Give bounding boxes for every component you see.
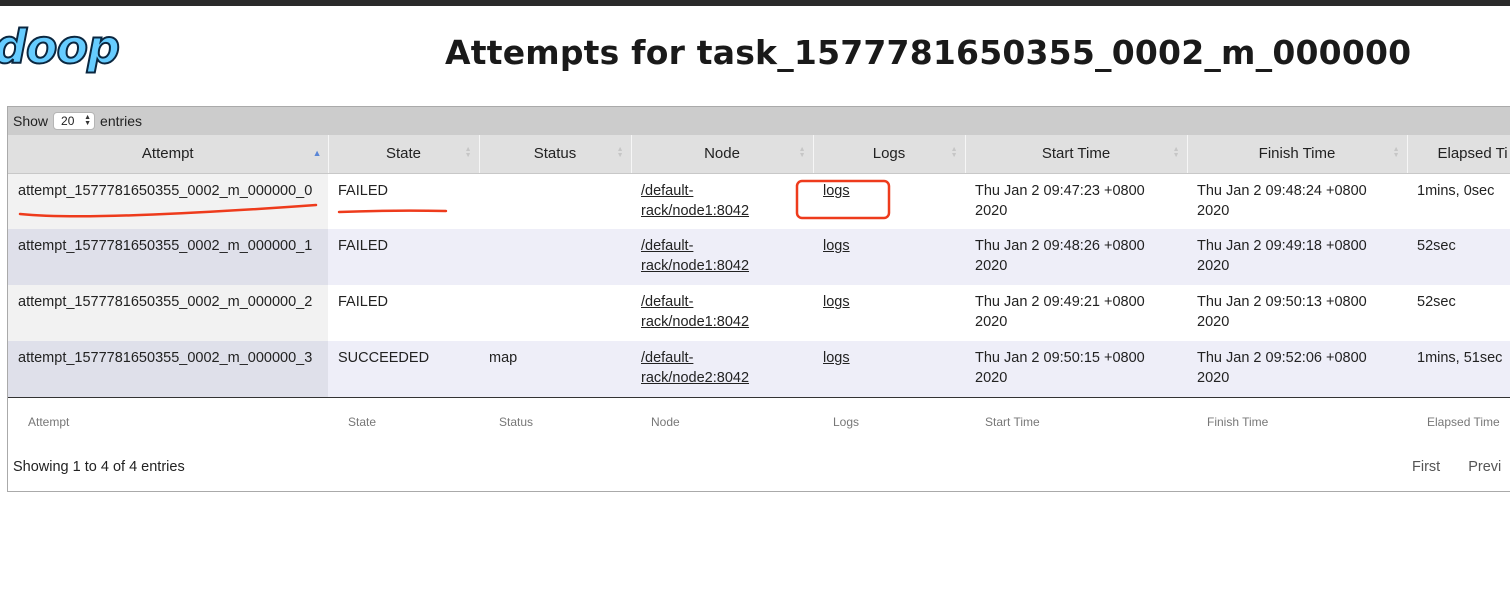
previous-page-button[interactable]: Previ — [1468, 459, 1501, 475]
table-row: attempt_1577781650355_0002_m_000000_2 FA… — [8, 285, 1510, 341]
state-cell: SUCCEEDED — [328, 341, 479, 398]
footer-row: Attempt State Status Node Logs Start Tim… — [8, 397, 1510, 447]
finish-time-cell: Thu Jan 2 09:50:13 +0800 2020 — [1187, 285, 1407, 341]
status-cell — [479, 285, 631, 341]
sort-icon: ▲ ▼ — [464, 146, 472, 159]
node-link[interactable]: /default-rack/node1:8042 — [641, 183, 749, 219]
column-header-elapsed-time[interactable]: Elapsed Ti — [1407, 135, 1510, 174]
page-size-value: 20 — [61, 114, 75, 128]
finish-time-cell: Thu Jan 2 09:49:18 +0800 2020 — [1187, 229, 1407, 285]
footer-column-attempt: Attempt — [28, 415, 70, 430]
start-time-cell: Thu Jan 2 09:50:15 +0800 2020 — [965, 341, 1187, 398]
column-header-attempt[interactable]: Attempt ▲ — [8, 135, 329, 174]
footer-column-node: Node — [651, 415, 680, 430]
column-header-logs[interactable]: Logs ▲ ▼ — [813, 135, 966, 174]
pagination: First Previ — [1412, 459, 1510, 475]
footer-column-state: State — [348, 415, 377, 430]
attempts-table: Attempt ▲ State ▲ ▼ Status ▲ ▼ Node ▲ ▼ Logs ▲ ▼ … — [8, 135, 1510, 447]
table-row: attempt_1577781650355_0002_m_000000_0 FA… — [8, 173, 1510, 229]
elapsed-time-cell: 1mins, 0sec — [1407, 173, 1510, 229]
footer-column-elapsed-time: Elapsed Time — [1427, 415, 1500, 430]
top-bar — [0, 0, 1510, 6]
table-controls: Show 20 ▲ ▼ entries — [8, 107, 1510, 135]
logs-link[interactable]: logs — [823, 294, 850, 310]
attempt-cell: attempt_1577781650355_0002_m_000000_2 — [8, 285, 328, 341]
start-time-cell: Thu Jan 2 09:47:23 +0800 2020 — [965, 173, 1187, 229]
column-header-status[interactable]: Status ▲ ▼ — [479, 135, 632, 174]
column-header-node[interactable]: Node ▲ ▼ — [631, 135, 814, 174]
status-cell — [479, 229, 631, 285]
column-header-start-time[interactable]: Start Time ▲ ▼ — [965, 135, 1188, 174]
sort-icon: ▲ ▼ — [1172, 146, 1180, 159]
logs-link[interactable]: logs — [823, 238, 850, 254]
entries-label: entries — [100, 113, 143, 129]
hadoop-logo: doop — [0, 20, 121, 74]
page-size-select[interactable]: 20 ▲ ▼ — [53, 112, 96, 130]
column-header-finish-time[interactable]: Finish Time ▲ ▼ — [1187, 135, 1408, 174]
node-link[interactable]: /default-rack/node1:8042 — [641, 294, 749, 330]
sort-icon: ▲ ▼ — [798, 146, 806, 159]
table-row: attempt_1577781650355_0002_m_000000_1 FA… — [8, 229, 1510, 285]
node-cell: /default-rack/node1:8042 — [631, 173, 813, 229]
elapsed-time-cell: 52sec — [1407, 285, 1510, 341]
state-cell: FAILED — [328, 173, 479, 229]
footer-column-finish-time: Finish Time — [1207, 415, 1269, 430]
show-label: Show — [13, 113, 49, 129]
logs-cell: logs — [813, 341, 965, 398]
sort-icon: ▲ ▼ — [1392, 146, 1400, 159]
attempt-cell: attempt_1577781650355_0002_m_000000_1 — [8, 229, 328, 285]
elapsed-time-cell: 52sec — [1407, 229, 1510, 285]
table-row: attempt_1577781650355_0002_m_000000_3 SU… — [8, 341, 1510, 398]
logs-cell: logs — [813, 173, 965, 229]
start-time-cell: Thu Jan 2 09:49:21 +0800 2020 — [965, 285, 1187, 341]
column-header-state[interactable]: State ▲ ▼ — [328, 135, 480, 174]
status-cell: map — [479, 341, 631, 398]
attempts-table-panel: Show 20 ▲ ▼ entries Attempt ▲ State ▲ ▼ Stat… — [7, 106, 1510, 492]
node-cell: /default-rack/node1:8042 — [631, 229, 813, 285]
sort-icon: ▲ ▼ — [616, 146, 624, 159]
logs-cell: logs — [813, 285, 965, 341]
logs-cell: logs — [813, 229, 965, 285]
header-row: Attempt ▲ State ▲ ▼ Status ▲ ▼ Node ▲ ▼ Logs ▲ ▼ … — [8, 135, 1510, 174]
footer-column-status: Status — [499, 415, 534, 430]
finish-time-cell: Thu Jan 2 09:48:24 +0800 2020 — [1187, 173, 1407, 229]
sort-icon: ▲ ▼ — [950, 146, 958, 159]
status-cell — [479, 173, 631, 229]
start-time-cell: Thu Jan 2 09:48:26 +0800 2020 — [965, 229, 1187, 285]
node-cell: /default-rack/node2:8042 — [631, 341, 813, 398]
page-title: Attempts for task_1577781650355_0002_m_0… — [445, 33, 1412, 72]
node-link[interactable]: /default-rack/node1:8042 — [641, 238, 749, 274]
node-cell: /default-rack/node1:8042 — [631, 285, 813, 341]
state-cell: FAILED — [328, 229, 479, 285]
logs-link[interactable]: logs — [823, 183, 850, 199]
attempt-cell: attempt_1577781650355_0002_m_000000_3 — [8, 341, 328, 398]
first-page-button[interactable]: First — [1412, 459, 1440, 475]
footer-column-logs: Logs — [833, 415, 860, 430]
finish-time-cell: Thu Jan 2 09:52:06 +0800 2020 — [1187, 341, 1407, 398]
state-cell: FAILED — [328, 285, 479, 341]
footer-column-start-time: Start Time — [985, 415, 1040, 430]
node-link[interactable]: /default-rack/node2:8042 — [641, 350, 749, 386]
attempt-cell: attempt_1577781650355_0002_m_000000_0 — [8, 173, 328, 229]
logs-link[interactable]: logs — [823, 350, 850, 366]
elapsed-time-cell: 1mins, 51sec — [1407, 341, 1510, 398]
table-info: Showing 1 to 4 of 4 entries — [13, 459, 185, 475]
sort-ascending-icon: ▲ — [312, 148, 322, 158]
select-arrows-icon: ▲ ▼ — [84, 114, 92, 127]
